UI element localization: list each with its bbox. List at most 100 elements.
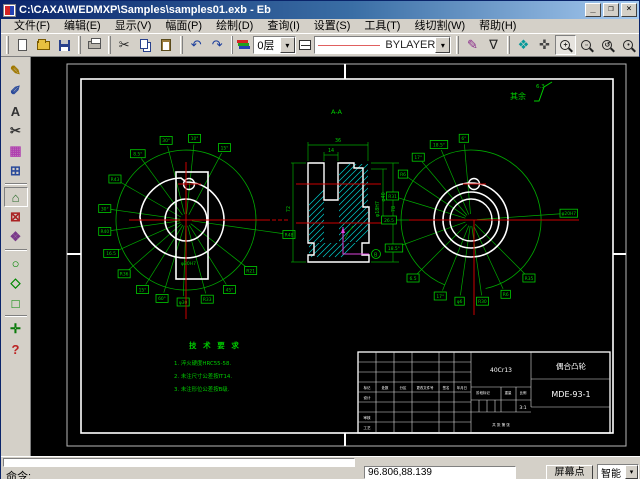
menu-view[interactable]: 显示(V)	[108, 19, 159, 33]
linetype-value: BYLAYER	[385, 39, 435, 51]
svg-text:其余: 其余	[510, 91, 526, 101]
left-cam-view: 15°10°30°8.5°R4330°R4016.5R3615°60°φ30R3…	[99, 134, 295, 319]
dimension-text: R6	[503, 292, 509, 298]
paper-frame	[67, 64, 626, 446]
dimension-text: R30	[478, 299, 487, 305]
wire-tool-icon[interactable]: ✛	[4, 319, 28, 339]
pencil-icon[interactable]: ✎	[462, 35, 483, 55]
menu-wirecut[interactable]: 线切割(W)	[407, 19, 472, 33]
toolbar-grip[interactable]	[231, 36, 234, 54]
eraser-icon[interactable]: ✐	[4, 81, 28, 101]
block-icon[interactable]: ▦	[4, 141, 28, 161]
menu-tools[interactable]: 工具(T)	[357, 19, 407, 33]
drawing-canvas[interactable]: 其余 6.3 15°10°30°8.5°R4330°R4016.5R3615°6…	[31, 57, 640, 456]
linetype-select[interactable]: BYLAYER ▾	[314, 36, 451, 54]
region-icon[interactable]: □	[4, 293, 28, 313]
title-block-cell: 签名	[443, 385, 450, 390]
menu-query[interactable]: 查询(I)	[260, 19, 306, 33]
chevron-down-icon[interactable]: ▾	[280, 37, 295, 53]
zoom-in-icon[interactable]: +	[555, 35, 576, 55]
pan-icon[interactable]: ❖	[513, 35, 534, 55]
paste-icon[interactable]	[156, 35, 177, 55]
contour-icon[interactable]: ○	[4, 253, 28, 273]
copy-icon[interactable]	[135, 35, 156, 55]
delete-icon[interactable]: ⊠	[4, 207, 28, 227]
undo-icon[interactable]: ↶	[186, 35, 207, 55]
dimension-text: R31	[388, 194, 397, 200]
new-icon[interactable]	[12, 35, 33, 55]
dimension-text: 17°	[436, 294, 444, 300]
redo-icon[interactable]: ↷	[207, 35, 228, 55]
dimension-text: 18.5°	[433, 142, 445, 148]
cut-icon[interactable]: ✂	[114, 35, 135, 55]
radial-dimension-line	[129, 212, 181, 219]
save-icon[interactable]	[54, 35, 75, 55]
nabla-icon[interactable]: ∇	[483, 35, 504, 55]
zoom-previous-icon[interactable]: ↺	[597, 35, 618, 55]
drawing-number: MDE-93-1	[551, 390, 590, 399]
restore-button[interactable]: ❐	[603, 3, 619, 17]
menu-settings[interactable]: 设置(S)	[307, 19, 358, 33]
radial-dimension-line	[448, 167, 468, 215]
app-icon[interactable]	[3, 4, 16, 17]
dimension-text: 15°	[139, 287, 147, 293]
zoom-all-icon[interactable]: •	[618, 35, 639, 55]
menu-bar: 文件(F)编辑(E)显示(V)幅面(P)绘制(D)查询(I)设置(S)工具(T)…	[1, 19, 639, 33]
dynamic-zoom-icon[interactable]: ✜	[534, 35, 555, 55]
command-prompt: 命令:	[6, 468, 31, 479]
home-view-icon[interactable]: ⌂	[4, 187, 28, 207]
close-button[interactable]: ×	[621, 3, 637, 17]
app-window: C:\CAXA\WEDMXP\Samples\samples01.exb - E…	[0, 0, 640, 479]
title-block-cell: 设计	[363, 395, 371, 400]
menu-edit[interactable]: 编辑(E)	[57, 19, 108, 33]
title-block-cell: 年月日	[457, 385, 467, 390]
screen-point-button[interactable]: 屏幕点	[546, 465, 593, 479]
dimension-text: 15°	[221, 145, 229, 151]
toolbar-grip[interactable]	[6, 36, 9, 54]
tool-sidebar: ✎✐A✂▦⊞ ⌂⊠❖ ○◇□ ✛?	[1, 57, 31, 456]
menu-paper[interactable]: 幅面(P)	[158, 19, 209, 33]
svg-text:A-A: A-A	[331, 108, 343, 116]
zoom-window-icon[interactable]: ▫	[576, 35, 597, 55]
menu-draw[interactable]: 绘制(D)	[209, 19, 260, 33]
svg-text:1. 淬火硬度HRC55-58.: 1. 淬火硬度HRC55-58.	[174, 359, 231, 367]
layer-select[interactable]: 0层 ▾	[253, 36, 296, 54]
dimension-text: 26.5	[384, 218, 394, 224]
dimension-text: 45°	[226, 287, 234, 293]
layer-color-icon[interactable]	[236, 35, 251, 55]
print-icon[interactable]	[84, 35, 105, 55]
title-block-cell: 审核	[363, 415, 371, 420]
chevron-down-icon[interactable]: ▾	[625, 465, 638, 479]
linestyle-button[interactable]	[298, 35, 313, 55]
text-tool-icon[interactable]: A	[4, 101, 28, 121]
title-block-cell: 处数	[382, 385, 389, 390]
library-icon[interactable]: ⊞	[4, 161, 28, 181]
dimension-text: 60°	[158, 296, 166, 302]
radial-dimension-line	[189, 169, 213, 215]
menu-file[interactable]: 文件(F)	[7, 19, 57, 33]
svg-text:技 术 要 求: 技 术 要 求	[189, 340, 241, 350]
chevron-down-icon[interactable]: ▾	[435, 37, 450, 53]
command-input[interactable]	[3, 458, 355, 467]
dimension-text: R33	[203, 297, 212, 303]
svg-text:B: B	[374, 253, 378, 259]
trim-icon[interactable]: ✂	[4, 121, 28, 141]
minimize-button[interactable]: _	[585, 3, 601, 17]
main-area: ✎✐A✂▦⊞⌂⊠❖○◇□✛? 其余 6.3	[1, 57, 640, 456]
open-icon[interactable]	[33, 35, 54, 55]
title-block-cell: 工艺	[363, 425, 371, 430]
palette-icon[interactable]: ❖	[4, 227, 28, 247]
snap-mode-select[interactable]: 智能 ▾	[597, 464, 639, 479]
dimension-text: 14	[328, 148, 334, 154]
dimension-text: R48	[285, 232, 294, 238]
help-icon[interactable]: ?	[4, 339, 28, 359]
menu-help[interactable]: 帮助(H)	[472, 19, 523, 33]
dimension-text: R21	[246, 268, 255, 274]
main-toolbar: ✂ ↶↷ 0层 ▾ BYLAYER ▾ ✎∇ ❖✜+▫↺•	[1, 33, 639, 57]
toolbar-grip[interactable]	[456, 36, 459, 54]
radial-dimension-line	[472, 226, 479, 278]
dimension-text: R36	[120, 272, 129, 278]
sketch-icon[interactable]: ✎	[4, 61, 28, 81]
status-bar: 命令: 96.806,88.139 屏幕点 智能 ▾	[1, 456, 640, 479]
profile-icon[interactable]: ◇	[4, 273, 28, 293]
